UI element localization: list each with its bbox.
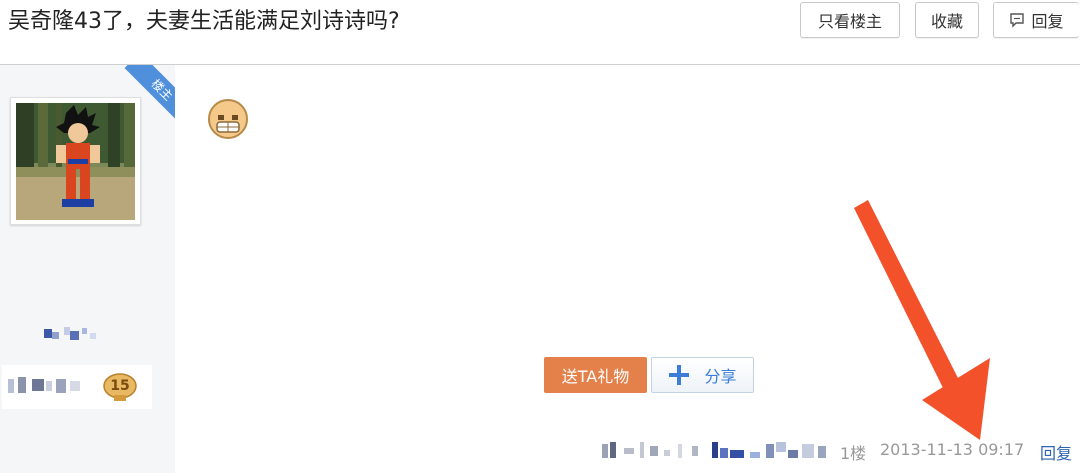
author-level-row: 15 bbox=[2, 365, 152, 409]
author-name-redacted[interactable] bbox=[44, 325, 100, 341]
reply-button-label: 回复 bbox=[1031, 12, 1064, 31]
favorite-button[interactable]: 收藏 bbox=[915, 2, 979, 38]
post-reply-link[interactable]: 回复 bbox=[1040, 440, 1072, 464]
reply-button[interactable]: 回复 bbox=[993, 2, 1079, 38]
op-ribbon: 楼主 bbox=[118, 65, 175, 122]
level-badge-icon: 15 bbox=[103, 373, 137, 401]
annotation-arrow bbox=[854, 200, 990, 440]
plus-icon bbox=[669, 365, 690, 385]
share-button-label: 分享 bbox=[704, 367, 737, 386]
thread-header: 吴奇隆43了，夫妻生活能满足刘诗诗吗? 只看楼主 收藏 回复 bbox=[0, 0, 1080, 65]
level-title-redacted bbox=[8, 377, 80, 393]
author-sidebar: 15 bbox=[0, 65, 175, 473]
emoji-icon bbox=[206, 97, 250, 141]
thread-title: 吴奇隆43了，夫妻生活能满足刘诗诗吗? bbox=[8, 9, 400, 34]
send-gift-button[interactable]: 送TA礼物 bbox=[544, 357, 647, 393]
level-number: 15 bbox=[110, 378, 130, 394]
post-meta-redacted bbox=[602, 438, 832, 460]
op-badge: 楼主 bbox=[124, 65, 175, 122]
comment-icon bbox=[1010, 13, 1025, 28]
share-button[interactable]: 分享 bbox=[651, 357, 754, 393]
only-op-button[interactable]: 只看楼主 bbox=[800, 2, 900, 38]
